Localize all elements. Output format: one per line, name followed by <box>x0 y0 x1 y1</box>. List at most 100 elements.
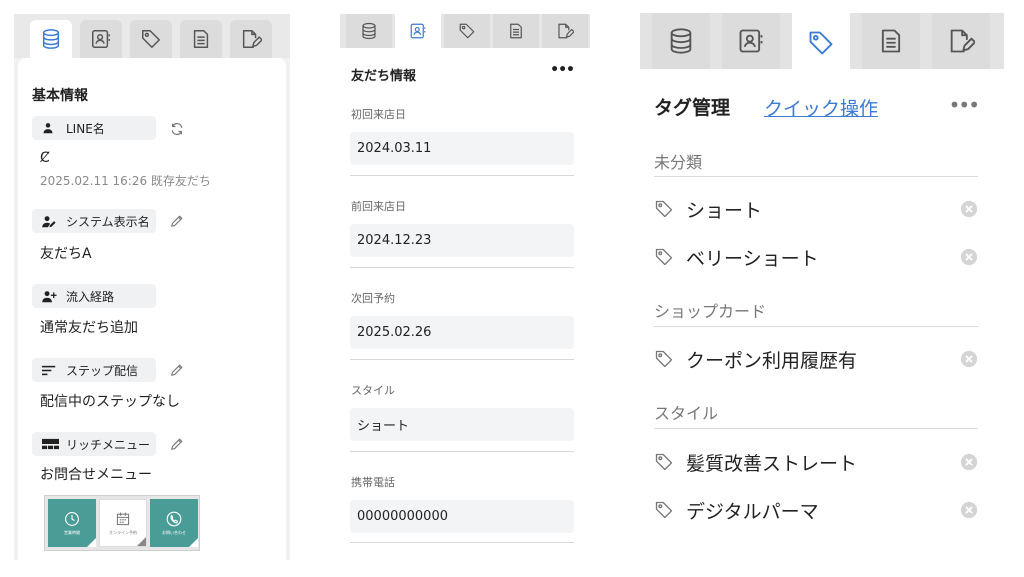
divider <box>350 175 574 176</box>
rich-menu-cell-hours[interactable]: 営業時間 <box>48 499 96 547</box>
tag-item[interactable]: ベリーショート <box>654 239 978 275</box>
rich-menu-icon <box>42 438 59 450</box>
remove-tag-icon[interactable] <box>960 200 978 218</box>
tab-contact[interactable] <box>395 14 441 48</box>
tab-contact[interactable] <box>80 20 122 58</box>
basic-info-panel: 基本情報 LINE名 Ȼ 2025.02.11 16:26 既存友だち システム… <box>14 14 290 560</box>
document-icon <box>507 22 525 40</box>
user-icon <box>42 122 54 134</box>
user-edit-icon <box>42 215 57 228</box>
rich-menu-label: リッチメニュー <box>32 432 156 456</box>
mobile-phone-field[interactable]: 00000000000 <box>350 500 574 533</box>
last-visit-label: 前回来店日 <box>351 200 406 213</box>
more-menu-button[interactable]: ••• <box>550 62 575 78</box>
tag-icon <box>458 22 476 40</box>
divider <box>350 542 574 543</box>
remove-tag-icon[interactable] <box>960 501 978 519</box>
tab-tags[interactable] <box>792 13 850 73</box>
source-value: 通常友だち追加 <box>40 320 138 336</box>
tab-document[interactable] <box>862 13 920 69</box>
tag-item[interactable]: デジタルパーマ <box>654 492 978 528</box>
clock-icon <box>64 511 80 527</box>
tag-management-panel: タグ管理 クイック操作 ••• 未分類 ショート ベリーショート ショップカード… <box>640 13 1004 560</box>
tag-icon <box>654 199 674 219</box>
line-name-subtext: 2025.02.11 16:26 既存友だち <box>40 174 211 188</box>
rich-menu-cell-reservation[interactable]: オンライン予約 <box>99 499 147 547</box>
style-field[interactable]: ショート <box>350 408 574 441</box>
tab-edit-document[interactable] <box>230 20 272 58</box>
tab-database[interactable] <box>30 20 72 58</box>
pencil-icon[interactable] <box>170 363 184 377</box>
category-uncategorized: 未分類 <box>654 153 703 172</box>
tag-item[interactable]: 髪質改善ストレート <box>654 444 978 480</box>
calendar-icon <box>115 511 131 527</box>
category-shop-card: ショップカード <box>654 302 767 321</box>
mobile-phone-label: 携帯電話 <box>351 476 395 489</box>
tab-contact[interactable] <box>722 13 780 69</box>
refresh-icon[interactable] <box>170 122 184 136</box>
tag-icon <box>807 29 835 57</box>
last-visit-field[interactable]: 2024.12.23 <box>350 224 574 257</box>
system-name-value: 友だちA <box>40 246 92 262</box>
panel-title: 基本情報 <box>32 88 88 104</box>
source-label: 流入経路 <box>32 284 156 308</box>
tab-edit-document[interactable] <box>932 13 990 69</box>
divider <box>654 326 978 327</box>
contact-card-icon <box>90 28 112 50</box>
remove-tag-icon[interactable] <box>960 453 978 471</box>
line-name-label: LINE名 <box>32 116 156 140</box>
tab-bar <box>640 13 1004 73</box>
tab-edit-document[interactable] <box>542 14 588 48</box>
tag-icon <box>654 349 674 369</box>
quick-operation-link[interactable]: クイック操作 <box>764 94 878 121</box>
database-icon <box>667 27 695 55</box>
pencil-icon[interactable] <box>170 437 184 451</box>
tag-icon <box>654 500 674 520</box>
style-label: スタイル <box>351 384 395 397</box>
more-menu-button[interactable]: ••• <box>949 93 980 117</box>
next-reservation-label: 次回予約 <box>351 292 395 305</box>
panel-title: 友だち情報 <box>351 69 417 84</box>
database-icon <box>360 22 378 40</box>
step-delivery-value: 配信中のステップなし <box>40 394 180 410</box>
edit-document-icon <box>240 28 262 50</box>
divider <box>654 428 978 429</box>
phone-icon <box>166 511 182 527</box>
divider <box>350 359 574 360</box>
tag-item[interactable]: クーポン利用履歴有 <box>654 341 978 377</box>
tab-document[interactable] <box>493 14 539 48</box>
tag-icon <box>140 28 162 50</box>
remove-tag-icon[interactable] <box>960 350 978 368</box>
basic-info-card: 基本情報 LINE名 Ȼ 2025.02.11 16:26 既存友だち システム… <box>18 58 286 560</box>
tag-icon <box>654 452 674 472</box>
rich-menu-preview[interactable]: 営業時間 オンライン予約 お問い合わせ <box>44 495 200 551</box>
pencil-icon[interactable] <box>170 214 184 228</box>
first-visit-field[interactable]: 2024.03.11 <box>350 132 574 165</box>
lines-icon <box>42 365 56 376</box>
contact-card-icon <box>737 27 765 55</box>
document-icon <box>190 28 212 50</box>
tag-icon <box>654 247 674 267</box>
tab-document[interactable] <box>180 20 222 58</box>
contact-card-icon <box>409 22 427 40</box>
category-style: スタイル <box>654 404 719 423</box>
remove-tag-icon[interactable] <box>960 248 978 266</box>
next-reservation-field[interactable]: 2025.02.26 <box>350 316 574 349</box>
tab-database[interactable] <box>652 13 710 69</box>
document-icon <box>877 27 905 55</box>
panel-title: タグ管理 <box>654 97 731 119</box>
line-name-value: Ȼ <box>40 150 50 166</box>
divider <box>350 267 574 268</box>
database-icon <box>40 28 62 50</box>
tab-tags[interactable] <box>130 20 172 58</box>
tag-item[interactable]: ショート <box>654 191 978 227</box>
edit-document-icon <box>947 27 975 55</box>
first-visit-label: 初回来店日 <box>351 108 406 121</box>
rich-menu-cell-contact[interactable]: お問い合わせ <box>150 499 198 547</box>
tab-tags[interactable] <box>444 14 490 48</box>
step-delivery-label: ステップ配信 <box>32 358 156 382</box>
tab-database[interactable] <box>346 14 392 48</box>
rich-menu-value: お問合せメニュー <box>40 467 152 483</box>
divider <box>654 176 978 177</box>
friend-info-panel: 友だち情報 ••• 初回来店日 2024.03.11 前回来店日 2024.12… <box>340 14 590 560</box>
